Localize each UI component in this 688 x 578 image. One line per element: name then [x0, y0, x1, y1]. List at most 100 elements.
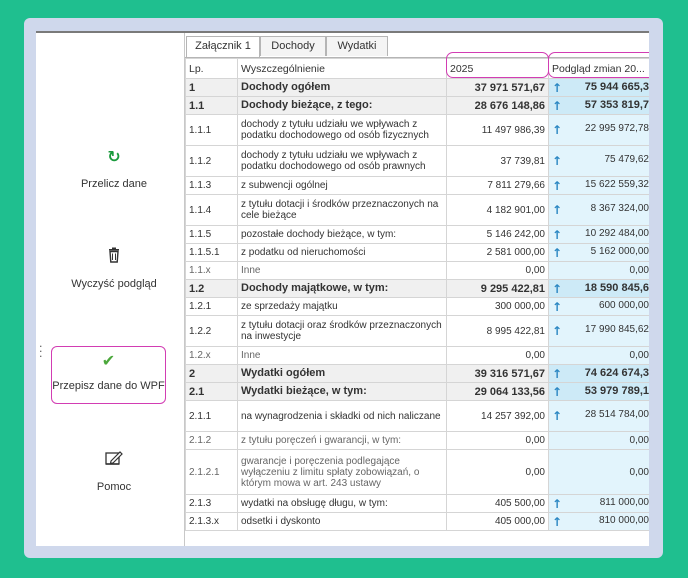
cell-lp[interactable]: 2.1.2.1	[185, 449, 238, 495]
tab-zalacznik-1[interactable]: Załącznik 1	[186, 36, 260, 57]
cell-value-2025[interactable]: 300 000,00	[446, 297, 549, 316]
table-row[interactable]: 1.1.x Inne 0,00 0,00	[185, 261, 649, 280]
cell-lp[interactable]: 2.1.1	[185, 400, 238, 432]
cell-lp[interactable]: 2.1.3	[185, 494, 238, 513]
cell-value-2025[interactable]: 4 182 901,00	[446, 194, 549, 226]
cell-preview[interactable]: ↑ 8 367 324,00	[548, 194, 649, 226]
cell-lp[interactable]: 1.2.1	[185, 297, 238, 316]
help-button[interactable]: Pomoc	[50, 450, 178, 493]
cell-value-2025[interactable]: 0,00	[446, 261, 549, 280]
cell-lp[interactable]: 2.1	[185, 382, 238, 401]
cell-preview[interactable]: 0,00	[548, 261, 649, 280]
table-row[interactable]: 1.1.5 pozostałe dochody bieżące, w tym: 5 …	[185, 225, 649, 244]
cell-desc[interactable]: wydatki na obsługę długu, w tym:	[237, 494, 447, 513]
cell-value-2025[interactable]: 405 500,00	[446, 494, 549, 513]
header-lp[interactable]: Lp.	[185, 58, 238, 79]
cell-preview[interactable]: ↑ 18 590 845,6	[548, 279, 649, 298]
cell-value-2025[interactable]: 8 995 422,81	[446, 315, 549, 347]
cell-desc[interactable]: Wydatki bieżące, w tym:	[237, 382, 447, 401]
cell-preview[interactable]: ↑ 75 944 665,3	[548, 78, 649, 97]
table-row[interactable]: 1.2 Dochody majątkowe, w tym: 9 295 422,81…	[185, 279, 649, 298]
cell-lp[interactable]: 2	[185, 364, 238, 383]
cell-preview[interactable]: ↑ 10 292 484,00	[548, 225, 649, 244]
recalc-button[interactable]: ↻ Przelicz dane	[50, 147, 178, 190]
cell-preview[interactable]: ↑ 15 622 559,32	[548, 176, 649, 195]
cell-preview[interactable]: ↑ 5 162 000,00	[548, 243, 649, 262]
table-row[interactable]: 2.1.2 z tytułu poręczeń i gwarancji, w ty…	[185, 431, 649, 450]
cell-value-2025[interactable]: 0,00	[446, 449, 549, 495]
cell-value-2025[interactable]: 0,00	[446, 346, 549, 365]
table-row[interactable]: 2.1.3.x odsetki i dyskonto 405 000,00 ↑ 810 …	[185, 512, 649, 531]
table-row[interactable]: 2.1 Wydatki bieżące, w tym: 29 064 133,56 ↑…	[185, 382, 649, 401]
cell-desc[interactable]: Wydatki ogółem	[237, 364, 447, 383]
cell-lp[interactable]: 1.1.2	[185, 145, 238, 177]
cell-preview[interactable]: ↑ 810 000,00	[548, 512, 649, 531]
table-row[interactable]: 2.1.3 wydatki na obsługę długu, w tym: 405…	[185, 494, 649, 513]
cell-lp[interactable]: 1.1.1	[185, 114, 238, 146]
cell-lp[interactable]: 1	[185, 78, 238, 97]
cell-preview[interactable]: ↑ 57 353 819,7	[548, 96, 649, 115]
cell-desc[interactable]: z tytułu dotacji oraz środków przeznaczo…	[237, 315, 447, 347]
cell-preview[interactable]: ↑ 75 479,62	[548, 145, 649, 177]
cell-lp[interactable]: 1.1.5	[185, 225, 238, 244]
cell-value-2025[interactable]: 9 295 422,81	[446, 279, 549, 298]
cell-lp[interactable]: 1.2.x	[185, 346, 238, 365]
table-row[interactable]: 2.1.1 na wynagrodzenia i składki od nich …	[185, 400, 649, 432]
tab-dochody[interactable]: Dochody	[260, 36, 326, 56]
cell-desc[interactable]: z subwencji ogólnej	[237, 176, 447, 195]
cell-lp[interactable]: 1.1.5.1	[185, 243, 238, 262]
table-row[interactable]: 1.1.1 dochody z tytułu udziału we wpływac…	[185, 114, 649, 146]
cell-desc[interactable]: z podatku od nieruchomości	[237, 243, 447, 262]
cell-desc[interactable]: pozostałe dochody bieżące, w tym:	[237, 225, 447, 244]
table-row[interactable]: 2 Wydatki ogółem 39 316 571,67 ↑ 74 624 674,…	[185, 364, 649, 383]
cell-value-2025[interactable]: 405 000,00	[446, 512, 549, 531]
tab-wydatki[interactable]: Wydatki	[326, 36, 388, 56]
cell-lp[interactable]: 1.1.3	[185, 176, 238, 195]
cell-preview[interactable]: ↑ 17 990 845,62	[548, 315, 649, 347]
header-year[interactable]: 2025	[446, 58, 549, 79]
cell-desc[interactable]: dochody z tytułu udziału we wpływach z p…	[237, 145, 447, 177]
table-row[interactable]: 1.2.1 ze sprzedaży majątku 300 000,00 ↑ 600 …	[185, 297, 649, 316]
cell-value-2025[interactable]: 0,00	[446, 431, 549, 450]
copy-to-wpf-button[interactable]: ✔ Przepisz dane do WPF	[51, 346, 166, 404]
cell-preview[interactable]: ↑ 53 979 789,1	[548, 382, 649, 401]
cell-desc[interactable]: ze sprzedaży majątku	[237, 297, 447, 316]
table-row[interactable]: 1.1 Dochody bieżące, z tego: 28 676 148,86…	[185, 96, 649, 115]
cell-value-2025[interactable]: 29 064 133,56	[446, 382, 549, 401]
cell-lp[interactable]: 1.1	[185, 96, 238, 115]
clear-preview-button[interactable]: Wyczyść podgląd	[50, 247, 178, 290]
cell-desc[interactable]: dochody z tytułu udziału we wpływach z p…	[237, 114, 447, 146]
header-desc[interactable]: Wyszczególnienie	[237, 58, 447, 79]
cell-preview[interactable]: 0,00	[548, 431, 649, 450]
table-row[interactable]: 1.1.4 z tytułu dotacji i środków przeznac…	[185, 194, 649, 226]
cell-preview[interactable]: ↑ 22 995 972,78	[548, 114, 649, 146]
table-row[interactable]: 2.1.2.1 gwarancje i poręczenia podlegając…	[185, 449, 649, 495]
cell-value-2025[interactable]: 14 257 392,00	[446, 400, 549, 432]
table-row[interactable]: 1 Dochody ogółem 37 971 571,67 ↑ 75 944 665,…	[185, 78, 649, 97]
table-row[interactable]: 1.1.5.1 z podatku od nieruchomości 2 581 0…	[185, 243, 649, 262]
cell-value-2025[interactable]: 37 739,81	[446, 145, 549, 177]
cell-preview[interactable]: 0,00	[548, 449, 649, 495]
cell-lp[interactable]: 2.1.3.x	[185, 512, 238, 531]
cell-lp[interactable]: 2.1.2	[185, 431, 238, 450]
cell-preview[interactable]: 0,00	[548, 346, 649, 365]
splitter-grip-icon[interactable]: · · ·	[39, 341, 43, 362]
cell-value-2025[interactable]: 7 811 279,66	[446, 176, 549, 195]
cell-value-2025[interactable]: 39 316 571,67	[446, 364, 549, 383]
table-row[interactable]: 1.1.3 z subwencji ogólnej 7 811 279,66 ↑ 15 …	[185, 176, 649, 195]
cell-lp[interactable]: 1.1.4	[185, 194, 238, 226]
table-row[interactable]: 1.2.x Inne 0,00 0,00	[185, 346, 649, 365]
cell-value-2025[interactable]: 28 676 148,86	[446, 96, 549, 115]
table-row[interactable]: 1.2.2 z tytułu dotacji oraz środków przez…	[185, 315, 649, 347]
cell-desc[interactable]: z tytułu poręczeń i gwarancji, w tym:	[237, 431, 447, 450]
cell-preview[interactable]: ↑ 74 624 674,3	[548, 364, 649, 383]
cell-lp[interactable]: 1.2	[185, 279, 238, 298]
cell-desc[interactable]: z tytułu dotacji i środków przeznaczonyc…	[237, 194, 447, 226]
cell-desc[interactable]: Inne	[237, 261, 447, 280]
cell-lp[interactable]: 1.2.2	[185, 315, 238, 347]
cell-desc[interactable]: Dochody bieżące, z tego:	[237, 96, 447, 115]
cell-desc[interactable]: na wynagrodzenia i składki od nich nalic…	[237, 400, 447, 432]
header-preview[interactable]: Podgląd zmian 20...	[548, 58, 649, 79]
cell-preview[interactable]: ↑ 600 000,00	[548, 297, 649, 316]
cell-preview[interactable]: ↑ 811 000,00	[548, 494, 649, 513]
